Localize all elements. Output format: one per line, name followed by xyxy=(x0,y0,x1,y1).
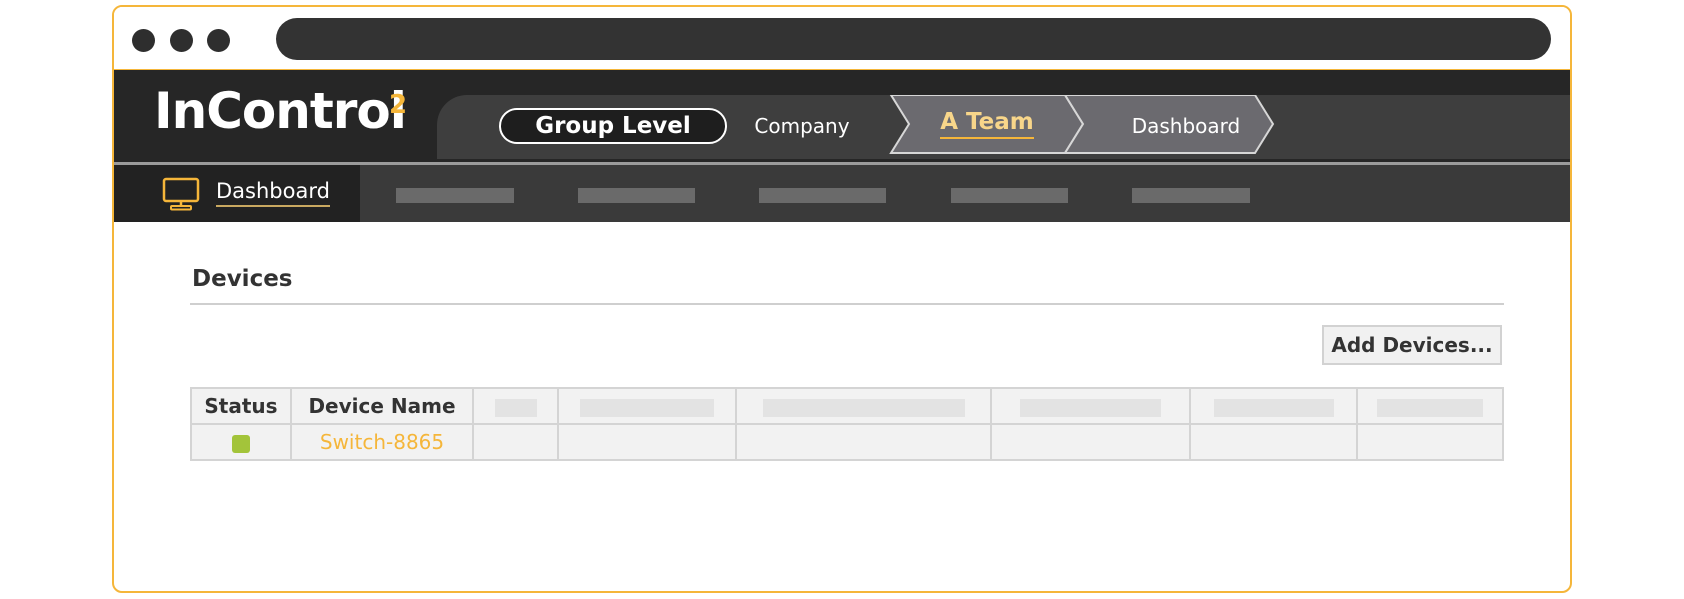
nav-item-dashboard[interactable]: Dashboard xyxy=(114,165,360,222)
table-cell xyxy=(990,423,1191,461)
browser-window: InControl 2 Group Level Company A Team D… xyxy=(112,5,1572,593)
browser-chrome xyxy=(114,7,1570,69)
column-header-placeholder[interactable] xyxy=(472,387,559,425)
devices-section-title: Devices xyxy=(192,266,293,292)
app-logo-superscript: 2 xyxy=(389,90,408,120)
app-logo: InControl xyxy=(154,82,407,140)
header-placeholder-bar xyxy=(580,398,714,417)
header-placeholder-bar xyxy=(494,398,537,417)
table-cell xyxy=(557,423,737,461)
header-placeholder-bar xyxy=(762,398,965,417)
column-header-placeholder[interactable] xyxy=(990,387,1191,425)
breadcrumb: Group Level Company A Team Dashboard xyxy=(437,95,1570,159)
column-header-placeholder[interactable] xyxy=(557,387,737,425)
main-nav: Dashboard xyxy=(114,165,1570,222)
table-cell xyxy=(1189,423,1358,461)
status-online-indicator xyxy=(232,434,250,453)
window-maximize-dot[interactable] xyxy=(207,29,230,52)
header-placeholder-bar xyxy=(1020,398,1161,417)
nav-item-placeholder-1[interactable] xyxy=(396,188,514,203)
header-placeholder-bar xyxy=(1213,398,1334,417)
breadcrumb-a-team-label: A Team xyxy=(940,109,1034,139)
address-bar[interactable] xyxy=(276,18,1551,60)
column-header-placeholder[interactable] xyxy=(735,387,992,425)
devices-table: Status Device Name Switch-8865 xyxy=(190,387,1504,461)
nav-item-placeholder-2[interactable] xyxy=(578,188,695,203)
nav-item-placeholder-4[interactable] xyxy=(951,188,1068,203)
add-devices-button[interactable]: Add Devices... xyxy=(1322,325,1502,365)
table-row[interactable]: Switch-8865 xyxy=(190,423,1504,461)
column-header-device-name[interactable]: Device Name xyxy=(290,387,474,425)
table-cell xyxy=(1356,423,1504,461)
table-cell xyxy=(735,423,992,461)
nav-item-placeholder-5[interactable] xyxy=(1132,188,1250,203)
table-header-row: Status Device Name xyxy=(190,387,1504,425)
window-close-dot[interactable] xyxy=(132,29,155,52)
nav-item-placeholder-3[interactable] xyxy=(759,188,886,203)
table-cell xyxy=(472,423,559,461)
breadcrumb-company[interactable]: Company xyxy=(737,111,867,141)
window-minimize-dot[interactable] xyxy=(170,29,193,52)
breadcrumb-group-level[interactable]: Group Level xyxy=(499,108,727,144)
breadcrumb-dashboard[interactable]: Dashboard xyxy=(1101,111,1271,141)
breadcrumb-a-team[interactable]: A Team xyxy=(907,107,1067,139)
column-header-placeholder[interactable] xyxy=(1356,387,1504,425)
column-header-placeholder[interactable] xyxy=(1189,387,1358,425)
monitor-icon xyxy=(162,177,200,211)
device-name-cell: Switch-8865 xyxy=(290,423,474,461)
app-header: InControl 2 Group Level Company A Team D… xyxy=(114,69,1570,165)
nav-item-dashboard-label: Dashboard xyxy=(216,178,330,207)
header-placeholder-bar xyxy=(1377,398,1483,417)
column-header-status[interactable]: Status xyxy=(190,387,292,425)
device-name-link[interactable]: Switch-8865 xyxy=(320,430,444,454)
section-divider xyxy=(190,303,1504,305)
status-cell xyxy=(190,423,292,461)
